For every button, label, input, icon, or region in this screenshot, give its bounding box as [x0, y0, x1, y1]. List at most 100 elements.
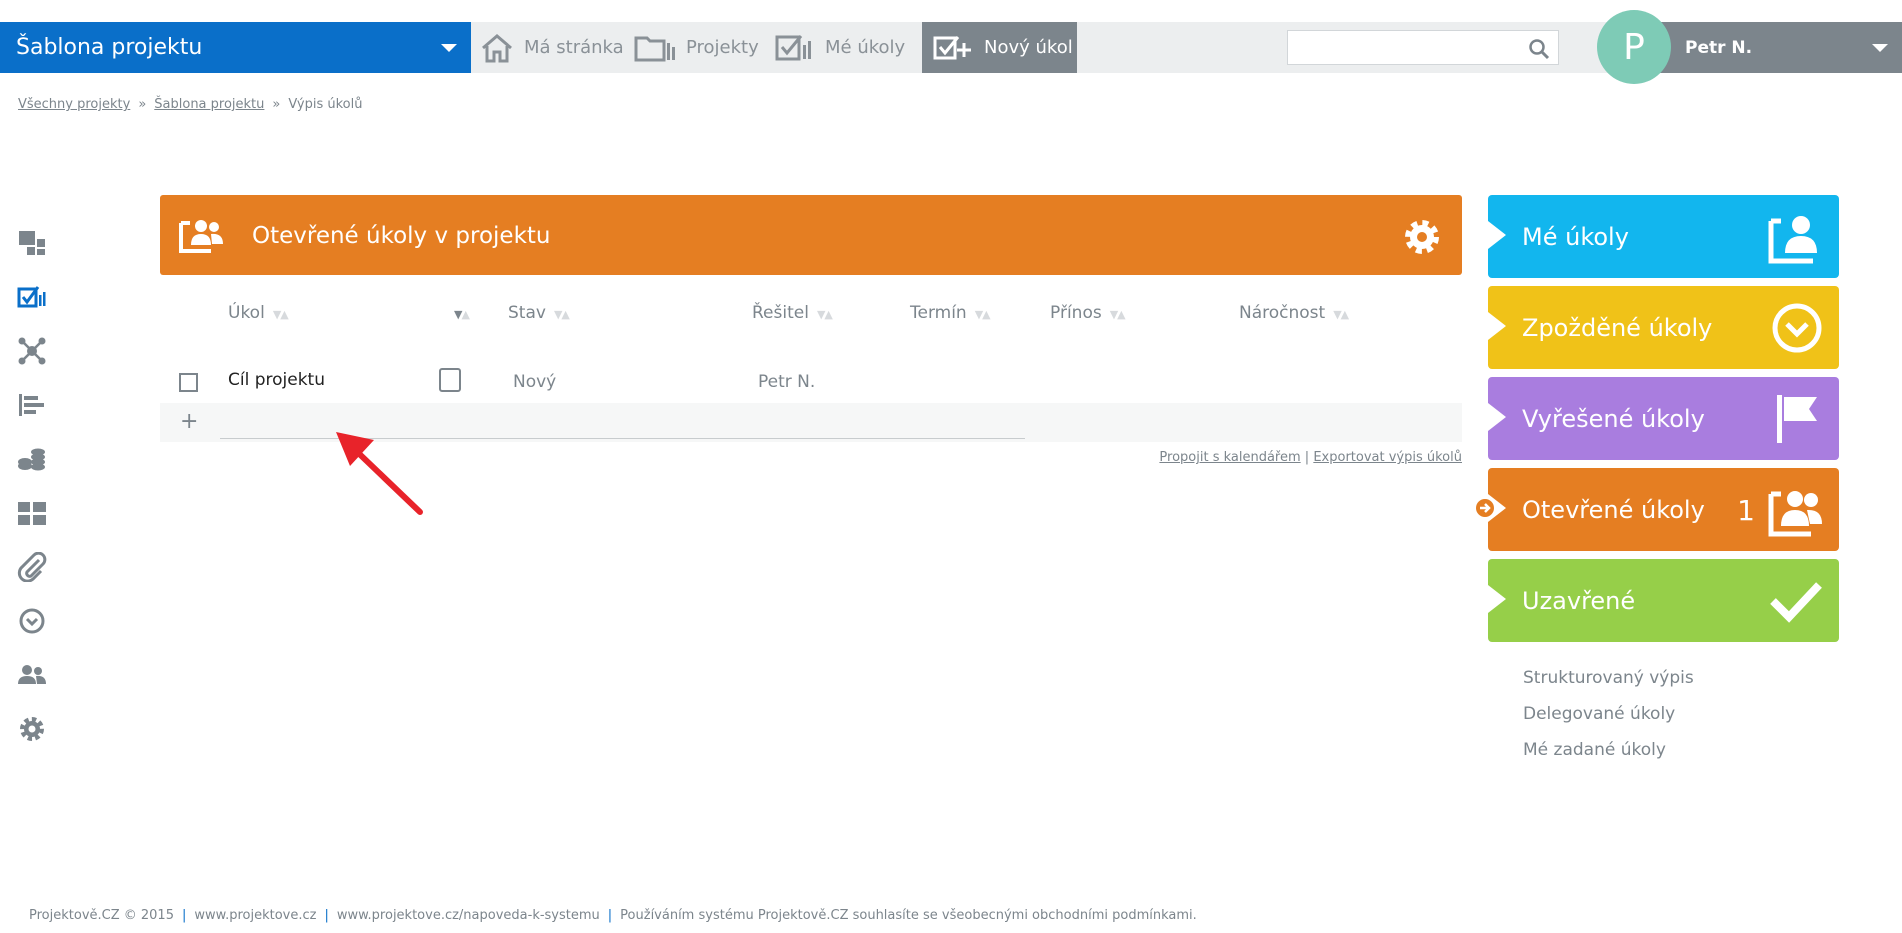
sidebar-item-network[interactable]: [14, 324, 50, 378]
home-icon: [482, 33, 512, 62]
column-header-assignee[interactable]: Řešitel ▼▲: [752, 303, 833, 323]
link-separator: |: [1304, 450, 1310, 465]
tile-overdue-tasks[interactable]: Zpožděné úkoly: [1488, 286, 1839, 369]
nav-projects-label: Projekty: [686, 37, 759, 58]
panel-title: Otevřené úkoly v projektu: [252, 223, 551, 249]
avatar-initial: P: [1623, 26, 1645, 68]
plus-icon[interactable]: +: [180, 409, 198, 434]
nav-my-tasks[interactable]: Mé úkoly: [775, 22, 905, 73]
dashboard-icon: [19, 231, 45, 255]
search-input[interactable]: [1288, 31, 1508, 64]
arrow-right-icon: [1480, 503, 1491, 513]
footer-site-link[interactable]: www.projektove.cz: [194, 908, 316, 923]
sort-arrows-icon: ▼▲: [974, 308, 991, 321]
sort-arrows-icon: ▼▲: [454, 308, 470, 321]
coins-icon: [18, 448, 45, 471]
task-name-link[interactable]: Cíl projektu: [228, 370, 325, 390]
sort-arrows-icon: ▼▲: [553, 308, 570, 321]
tile-notch: [1488, 221, 1506, 249]
tile-my-tasks[interactable]: Mé úkoly: [1488, 195, 1839, 278]
page: Šablona projektu Má stránka Projekty Mé …: [0, 0, 1902, 933]
tile-notch: [1488, 403, 1506, 431]
tile-resolved-tasks[interactable]: Vyřešené úkoly: [1488, 377, 1839, 460]
nav-home-label: Má stránka: [524, 37, 624, 58]
breadcrumb-separator: »: [138, 97, 147, 112]
task-flag-checkbox[interactable]: [439, 368, 461, 392]
gantt-icon: [19, 394, 44, 416]
footer-terms: Používáním systému Projektově.CZ souhlas…: [620, 908, 1197, 923]
breadcrumb-project[interactable]: Šablona projektu: [154, 97, 264, 112]
sidebar-item-settings[interactable]: [14, 702, 50, 756]
sort-arrows-icon: ▼▲: [816, 308, 833, 321]
tasks-icon: [17, 286, 46, 308]
red-arrow-annotation: [336, 432, 423, 515]
task-assignee: Petr N.: [758, 372, 816, 392]
user-name: Petr N.: [1685, 38, 1753, 58]
flag-icon: [1777, 395, 1817, 443]
attachment-icon: [17, 552, 47, 582]
users-icon: [18, 665, 46, 684]
sidebar-item-overdue[interactable]: [14, 594, 50, 648]
people-board-icon: [1768, 491, 1822, 537]
nav-home[interactable]: Má stránka: [480, 22, 624, 73]
structured-list-link[interactable]: Strukturovaný výpis: [1523, 668, 1694, 688]
footer: Projektově.CZ © 2015 | www.projektove.cz | w…: [29, 908, 1197, 923]
tile-label: Mé úkoly: [1522, 223, 1629, 251]
project-select-label: Šablona projektu: [16, 35, 203, 60]
user-menu[interactable]: Petr N.: [1640, 22, 1902, 73]
sort-arrows-icon: ▼▲: [1333, 308, 1349, 321]
new-task-label: Nový úkol: [984, 37, 1073, 58]
sidebar-item-users[interactable]: [14, 648, 50, 702]
row-select-checkbox[interactable]: [179, 373, 198, 392]
breadcrumb-all-projects[interactable]: Všechny projekty: [18, 97, 130, 112]
table-links: Propojit s kalendářem | Exportovat výpis…: [1159, 450, 1462, 465]
column-header-assignee-label: Řešitel: [752, 303, 809, 323]
sidebar-item-gantt[interactable]: [14, 378, 50, 432]
nav-projects[interactable]: Projekty: [634, 22, 759, 73]
project-select[interactable]: Šablona projektu: [0, 22, 471, 73]
chevron-down-icon: [441, 44, 457, 52]
tile-label: Vyřešené úkoly: [1522, 405, 1705, 433]
gear-icon[interactable]: [1402, 217, 1442, 257]
column-header-effort-label: Náročnost: [1239, 303, 1326, 323]
export-link[interactable]: Exportovat výpis úkolů: [1313, 450, 1462, 465]
column-header-flag[interactable]: ▼▲: [446, 303, 470, 323]
column-header-status[interactable]: Stav ▼▲: [508, 303, 570, 323]
column-header-effort[interactable]: Náročnost ▼▲: [1239, 303, 1349, 323]
footer-separator: |: [607, 908, 613, 923]
footer-help-link[interactable]: www.projektove.cz/napoveda-k-systemu: [337, 908, 600, 923]
tile-label: Uzavřené: [1522, 587, 1636, 615]
sidebar-item-attachments[interactable]: [14, 540, 50, 594]
breadcrumb-current: Výpis úkolů: [288, 97, 363, 112]
breadcrumb-separator: »: [272, 97, 281, 112]
column-header-task[interactable]: Úkol ▼▲: [228, 303, 289, 323]
delegated-tasks-link[interactable]: Delegované úkoly: [1523, 704, 1675, 724]
people-board-icon: [179, 220, 223, 253]
avatar[interactable]: P: [1597, 10, 1671, 84]
column-header-deadline[interactable]: Termín ▼▲: [910, 303, 991, 323]
search-icon[interactable]: [1528, 38, 1550, 60]
check-icon: [1770, 582, 1822, 623]
clock-down-icon: [1772, 303, 1822, 353]
column-header-task-label: Úkol: [228, 303, 265, 323]
nav-my-tasks-label: Mé úkoly: [825, 37, 906, 58]
folder-icon: [634, 36, 675, 61]
sidebar-item-dashboard[interactable]: [14, 216, 50, 270]
tasks-chart-icon: [775, 34, 811, 60]
sidebar-item-tiles[interactable]: [14, 486, 50, 540]
column-header-deadline-label: Termín: [910, 303, 967, 323]
calendar-link[interactable]: Propojit s kalendářem: [1159, 450, 1300, 465]
my-assigned-tasks-link[interactable]: Mé zadané úkoly: [1523, 740, 1666, 760]
sort-arrows-icon: ▼▲: [272, 308, 289, 321]
footer-separator: |: [181, 908, 187, 923]
sidebar-item-tasks[interactable]: [14, 270, 50, 324]
column-header-benefit[interactable]: Přínos ▼▲: [1050, 303, 1126, 323]
tile-closed-tasks[interactable]: Uzavřené: [1488, 559, 1839, 642]
tile-count: 1: [1737, 494, 1755, 527]
tile-label: Otevřené úkoly: [1522, 496, 1705, 524]
sidebar-item-finance[interactable]: [14, 432, 50, 486]
left-sidebar: [14, 216, 50, 756]
new-task-button[interactable]: Nový úkol: [922, 22, 1077, 73]
settings-icon: [20, 717, 44, 741]
tile-open-tasks[interactable]: Otevřené úkoly 1: [1488, 468, 1839, 551]
